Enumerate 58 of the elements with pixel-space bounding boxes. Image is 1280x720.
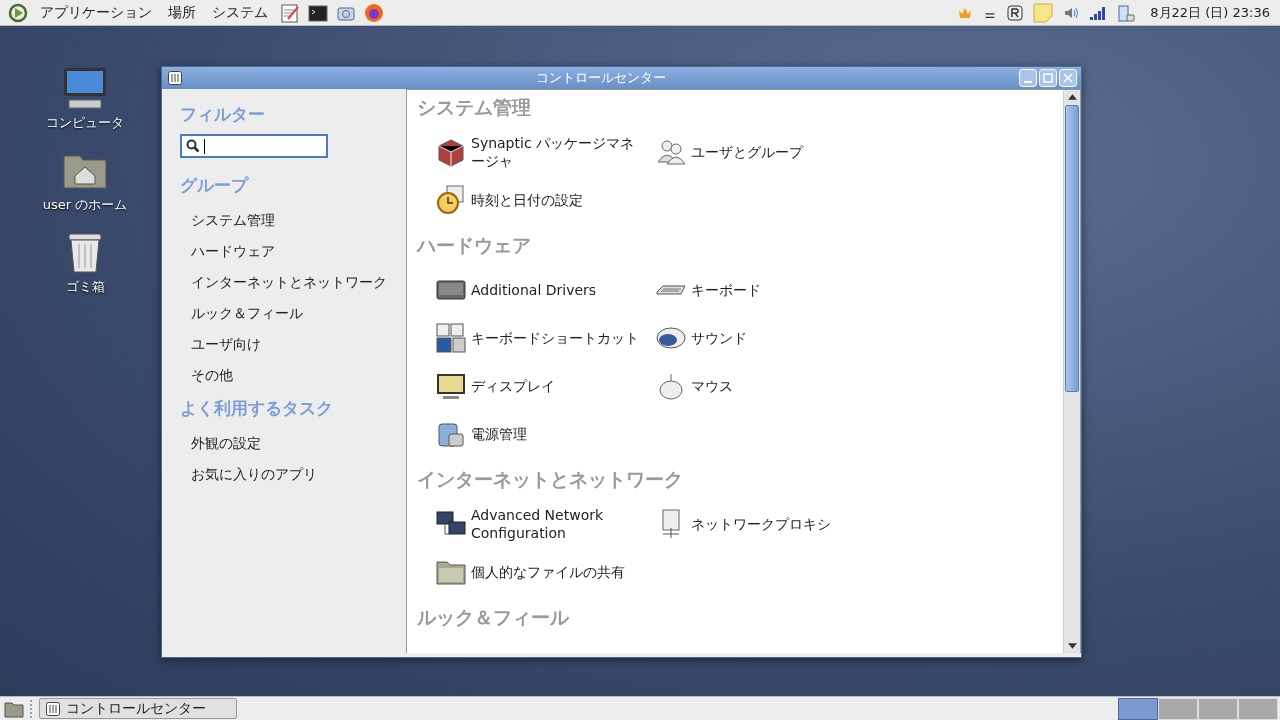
desktop-icon-label[interactable]: user のホーム (42, 196, 128, 214)
desktop-icon-label[interactable]: コンピュータ (46, 114, 124, 132)
scroll-down-icon[interactable] (1067, 643, 1077, 649)
applet-link[interactable]: 電源管理 (471, 425, 527, 443)
text-editor-icon[interactable] (280, 2, 300, 23)
group-link[interactable]: インターネットとネットワーク (180, 267, 387, 298)
scrollbar[interactable] (1063, 90, 1080, 653)
search-field[interactable] (180, 134, 328, 158)
menu-item[interactable]: 場所 (162, 3, 202, 22)
applet-link[interactable]: Advanced Network Configuration (471, 506, 646, 542)
applet-link[interactable]: Synaptic パッケージマネージャ (471, 134, 646, 170)
search-icon (186, 139, 200, 153)
control-panel-icon (46, 701, 60, 716)
group-link[interactable]: ルック＆フィール (180, 298, 303, 329)
scroll-up-icon[interactable] (1067, 94, 1077, 100)
applet-link[interactable]: ディスプレイ (471, 377, 555, 395)
desktop-icon-label[interactable]: ゴミ箱 (65, 278, 105, 296)
browser-icon[interactable] (364, 2, 384, 23)
applet-link[interactable]: ユーザとグループ (691, 143, 803, 161)
task-link[interactable]: 外観の設定 (180, 428, 261, 459)
applet-link[interactable]: サウンド (691, 329, 747, 347)
group-link[interactable]: ハードウェア (180, 236, 275, 267)
group-link[interactable]: ユーザ向け (180, 329, 261, 360)
taskbar-button[interactable]: コントロールセンター (39, 698, 237, 719)
scroll-thumb[interactable] (1065, 105, 1079, 392)
section-heading: ハードウェア (417, 233, 532, 258)
minimize-button[interactable] (1019, 69, 1037, 87)
keyboard-shortcut-icon[interactable] (435, 322, 467, 354)
applet-link[interactable]: キーボード (691, 281, 761, 299)
close-button[interactable] (1059, 69, 1077, 87)
section-heading: インターネットとネットワーク (417, 467, 684, 492)
logo-icon[interactable] (8, 2, 28, 23)
menu-item[interactable]: アプリケーション (34, 3, 158, 22)
maximize-button[interactable] (1039, 69, 1057, 87)
window-title: コントロールセンター (534, 69, 667, 87)
control-panel-icon (168, 71, 182, 85)
show-desktop-icon[interactable] (4, 699, 24, 718)
tasks-heading: よく利用するタスク (180, 397, 333, 420)
group-heading: グループ (180, 174, 248, 197)
applet-link[interactable]: マウス (691, 377, 733, 395)
menu-item[interactable]: システム (206, 3, 274, 22)
group-link[interactable]: その他 (180, 360, 233, 391)
applet-link[interactable]: ネットワークプロキシ (691, 515, 831, 533)
filter-heading: フィルター (180, 103, 265, 126)
task-link[interactable]: お気に入りのアプリ (180, 459, 317, 490)
applet-link[interactable]: 個人的なファイルの共有 (471, 563, 625, 581)
applet-link[interactable]: 時刻と日付の設定 (471, 191, 583, 209)
section-heading: ルック＆フィール (417, 605, 570, 630)
clock-icon[interactable] (435, 184, 467, 216)
section-heading: システム管理 (417, 95, 532, 120)
workspace-switcher-cell[interactable] (1118, 697, 1158, 720)
terminal-icon[interactable] (308, 2, 328, 23)
clock[interactable]: 8月22日 (日) 23:36 (1150, 3, 1274, 22)
group-link[interactable]: システム管理 (180, 205, 275, 236)
applet-link[interactable]: Additional Drivers (471, 281, 597, 299)
signal-icon[interactable] (1089, 4, 1108, 21)
applet-link[interactable]: キーボードショートカット (471, 329, 639, 347)
r-key-icon[interactable] (1007, 4, 1024, 21)
